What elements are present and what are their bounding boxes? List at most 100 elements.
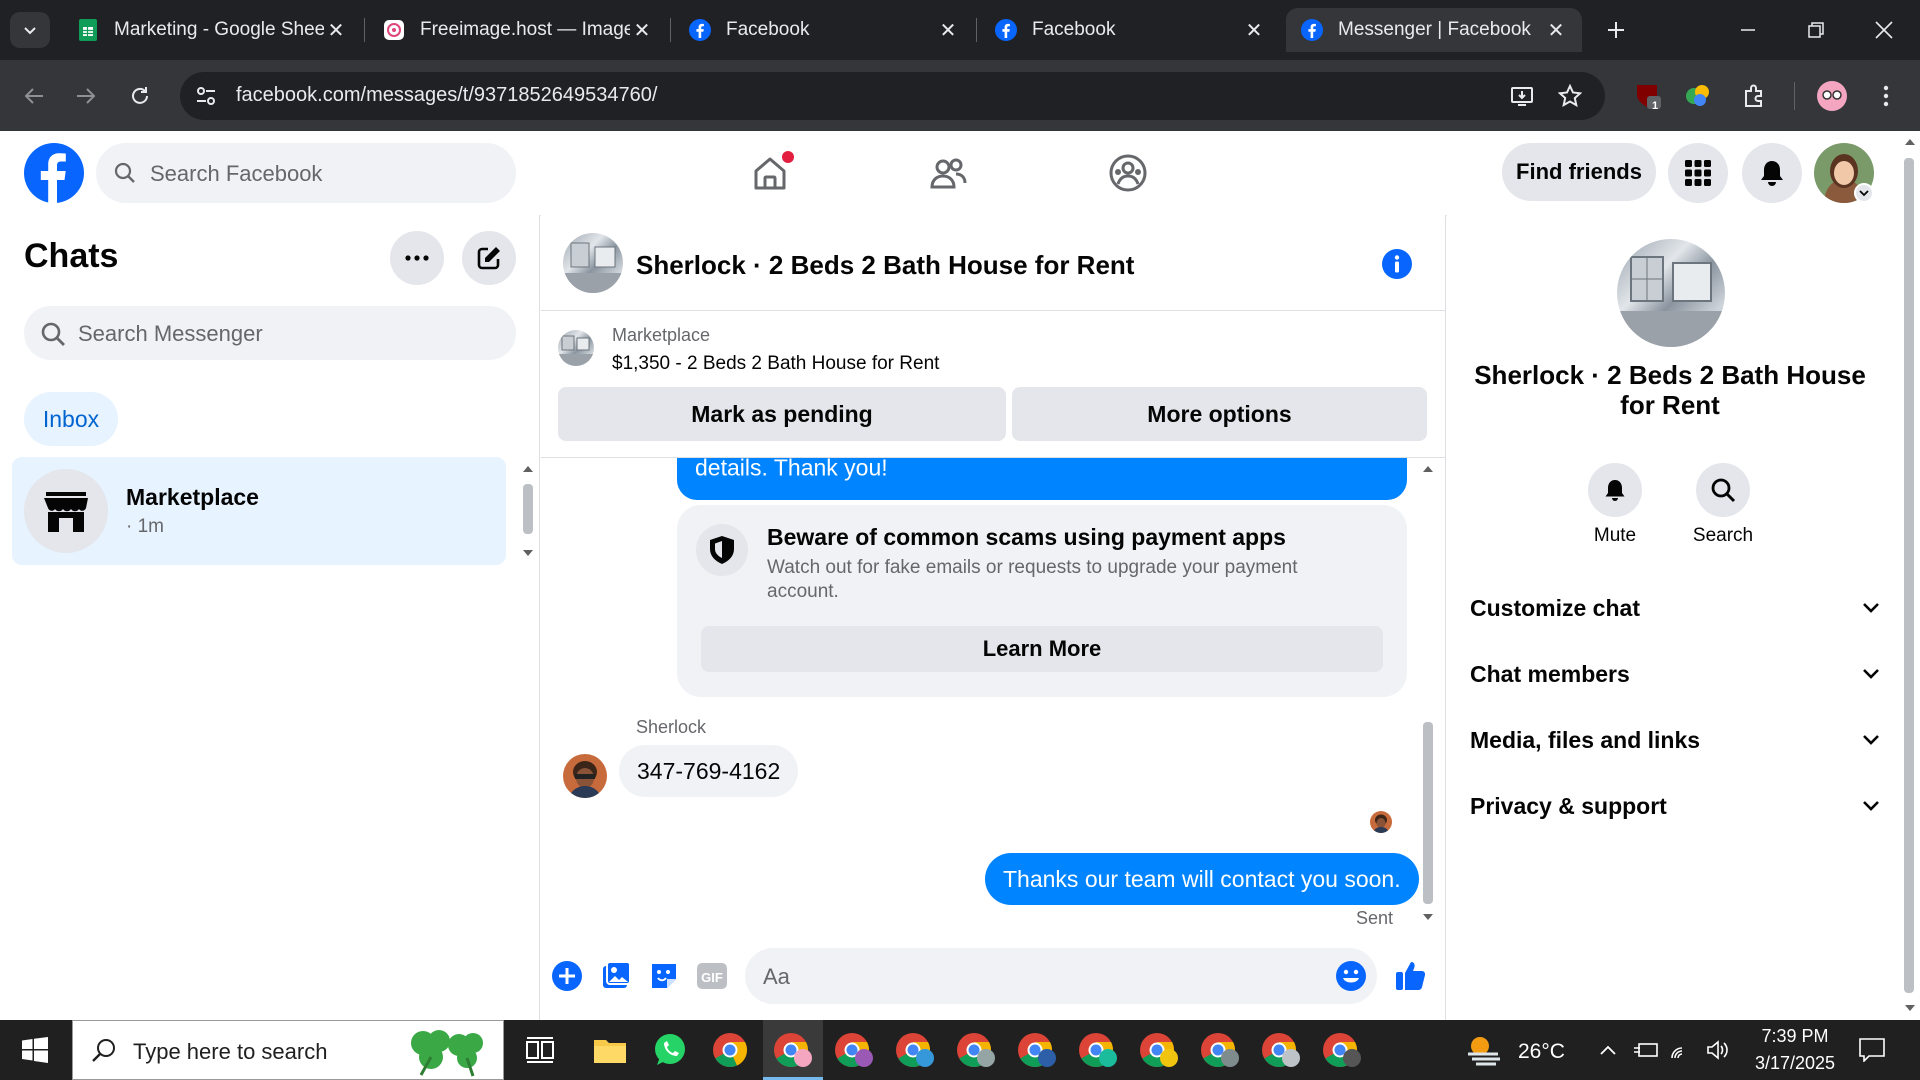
facebook-logo-icon[interactable] [24, 143, 84, 203]
close-tab-icon[interactable]: ✕ [1544, 18, 1568, 42]
find-friends-button[interactable]: Find friends [1502, 143, 1656, 201]
nav-groups[interactable] [1104, 149, 1152, 197]
profile-button[interactable] [1814, 78, 1850, 114]
chrome-taskbar-button-5[interactable] [954, 1028, 998, 1072]
minimize-button[interactable] [1718, 10, 1778, 50]
privacy-support-section[interactable]: Privacy & support [1470, 781, 1880, 831]
media-files-links-section[interactable]: Media, files and links [1470, 715, 1880, 765]
browser-tab-3[interactable]: Facebook ✕ [674, 8, 974, 52]
chrome-taskbar-button-3[interactable] [832, 1028, 876, 1072]
restore-button[interactable] [1786, 10, 1846, 50]
back-button[interactable] [16, 78, 52, 114]
nav-friends[interactable] [924, 149, 972, 197]
sender-avatar[interactable] [563, 754, 607, 798]
ublock-extension-button[interactable]: 1 [1630, 78, 1666, 114]
reload-button[interactable] [122, 78, 158, 114]
chrome-taskbar-button-1[interactable] [708, 1028, 752, 1072]
facebook-search-input[interactable]: Search Facebook [96, 143, 516, 203]
install-app-icon[interactable] [1510, 84, 1534, 108]
menu-button[interactable] [1668, 143, 1728, 203]
conversation-title[interactable]: Sherlock · 2 Beds 2 Bath House for Rent [636, 250, 1134, 281]
chrome-taskbar-button-11[interactable] [1320, 1028, 1364, 1072]
listing-thumbnail[interactable] [563, 233, 623, 293]
close-tab-icon[interactable]: ✕ [936, 18, 960, 42]
clock-date[interactable]: 3/17/2025 [1745, 1053, 1845, 1074]
close-tab-icon[interactable]: ✕ [324, 18, 348, 42]
account-chevron[interactable] [1854, 183, 1874, 203]
taskbar-search-input[interactable]: Type here to search [72, 1020, 504, 1080]
volume-control[interactable] [1704, 1036, 1732, 1064]
bookmark-star-icon[interactable] [1558, 84, 1582, 108]
notifications-button[interactable] [1742, 143, 1802, 203]
scroll-down-icon[interactable] [1904, 1003, 1916, 1013]
listing-price-title[interactable]: $1,350 - 2 Beds 2 Bath House for Rent [612, 353, 939, 375]
conversation-scrollbar[interactable] [1423, 722, 1433, 904]
search-conversation-button[interactable] [1696, 463, 1750, 517]
page-scrollbar-thumb[interactable] [1904, 158, 1914, 993]
whatsapp-button[interactable] [648, 1028, 692, 1072]
browser-tab-4[interactable]: Facebook ✕ [980, 8, 1280, 52]
task-view-button[interactable] [518, 1028, 562, 1072]
scroll-up-icon[interactable] [522, 464, 534, 474]
scroll-down-icon[interactable] [1422, 912, 1434, 922]
emoji-icon[interactable] [1335, 960, 1367, 992]
scroll-up-icon[interactable] [1422, 464, 1434, 474]
chrome-taskbar-button-6[interactable] [1015, 1028, 1059, 1072]
message-input[interactable]: Aa [745, 948, 1377, 1004]
battery-status[interactable] [1632, 1036, 1660, 1064]
chrome-taskbar-button-4[interactable] [893, 1028, 937, 1072]
new-message-button[interactable] [462, 231, 516, 285]
customize-chat-section[interactable]: Customize chat [1470, 583, 1880, 633]
chrome-taskbar-button-9[interactable] [1198, 1028, 1242, 1072]
site-info-icon[interactable] [194, 84, 218, 108]
notification-center-button[interactable] [1856, 1034, 1888, 1066]
inbox-filter-tab[interactable]: Inbox [24, 392, 118, 446]
browser-menu-button[interactable] [1868, 78, 1904, 114]
browser-tab-5-active[interactable]: Messenger | Facebook ✕ [1286, 8, 1582, 52]
close-tab-icon[interactable]: ✕ [630, 18, 654, 42]
browser-tab-1[interactable]: Marketing - Google Shee ✕ [62, 8, 362, 52]
outgoing-message[interactable]: Thanks our team will contact you soon. [985, 853, 1419, 905]
chrome-taskbar-button-2-active[interactable] [771, 1028, 815, 1072]
more-vertical-icon [1883, 85, 1889, 107]
chat-list-scrollbar[interactable] [523, 484, 533, 534]
extensions-button[interactable] [1736, 78, 1772, 114]
network-status[interactable] [1668, 1036, 1696, 1064]
incoming-message[interactable]: 347-769-4162 [619, 745, 799, 797]
mute-button[interactable] [1588, 463, 1642, 517]
account-button[interactable] [1814, 143, 1874, 203]
browser-tab-2[interactable]: Freeimage.host — Image ✕ [368, 8, 668, 52]
tab-search-button[interactable] [10, 12, 50, 48]
clock-time[interactable]: 7:39 PM [1750, 1026, 1840, 1047]
chrome-taskbar-button-7[interactable] [1076, 1028, 1120, 1072]
weather-widget[interactable] [1462, 1028, 1506, 1072]
close-tab-icon[interactable]: ✕ [1242, 18, 1266, 42]
forward-button[interactable] [68, 78, 104, 114]
nav-home[interactable] [746, 149, 794, 197]
colorful-extension-button[interactable] [1680, 78, 1716, 114]
mark-as-pending-button[interactable]: Mark as pending [558, 387, 1006, 441]
conversation-list-item[interactable]: Marketplace · 1m [12, 457, 506, 565]
gif-button[interactable]: GIF [696, 961, 728, 991]
sticker-button[interactable] [648, 960, 680, 992]
learn-more-button[interactable]: Learn More [701, 626, 1383, 672]
chrome-taskbar-button-8[interactable] [1137, 1028, 1181, 1072]
attach-photo-button[interactable] [600, 960, 632, 992]
whatsapp-icon [655, 1034, 685, 1065]
chrome-taskbar-button-10[interactable] [1259, 1028, 1303, 1072]
chat-options-button[interactable] [390, 231, 444, 285]
conversation-info-button[interactable] [1382, 249, 1412, 279]
new-tab-button[interactable] [1600, 14, 1632, 46]
close-window-button[interactable] [1854, 10, 1914, 50]
chat-members-section[interactable]: Chat members [1470, 649, 1880, 699]
messenger-search-input[interactable]: Search Messenger [24, 306, 516, 360]
show-hidden-icons-button[interactable] [1596, 1038, 1620, 1062]
scroll-down-icon[interactable] [522, 548, 534, 558]
start-button[interactable] [0, 1020, 70, 1080]
scroll-up-icon[interactable] [1904, 137, 1916, 147]
more-options-button[interactable]: More options [1012, 387, 1427, 441]
more-actions-button[interactable] [551, 960, 583, 992]
file-explorer-button[interactable] [588, 1028, 632, 1072]
send-like-button[interactable] [1394, 958, 1428, 992]
address-bar[interactable]: facebook.com/messages/t/9371852649534760… [180, 72, 1605, 120]
